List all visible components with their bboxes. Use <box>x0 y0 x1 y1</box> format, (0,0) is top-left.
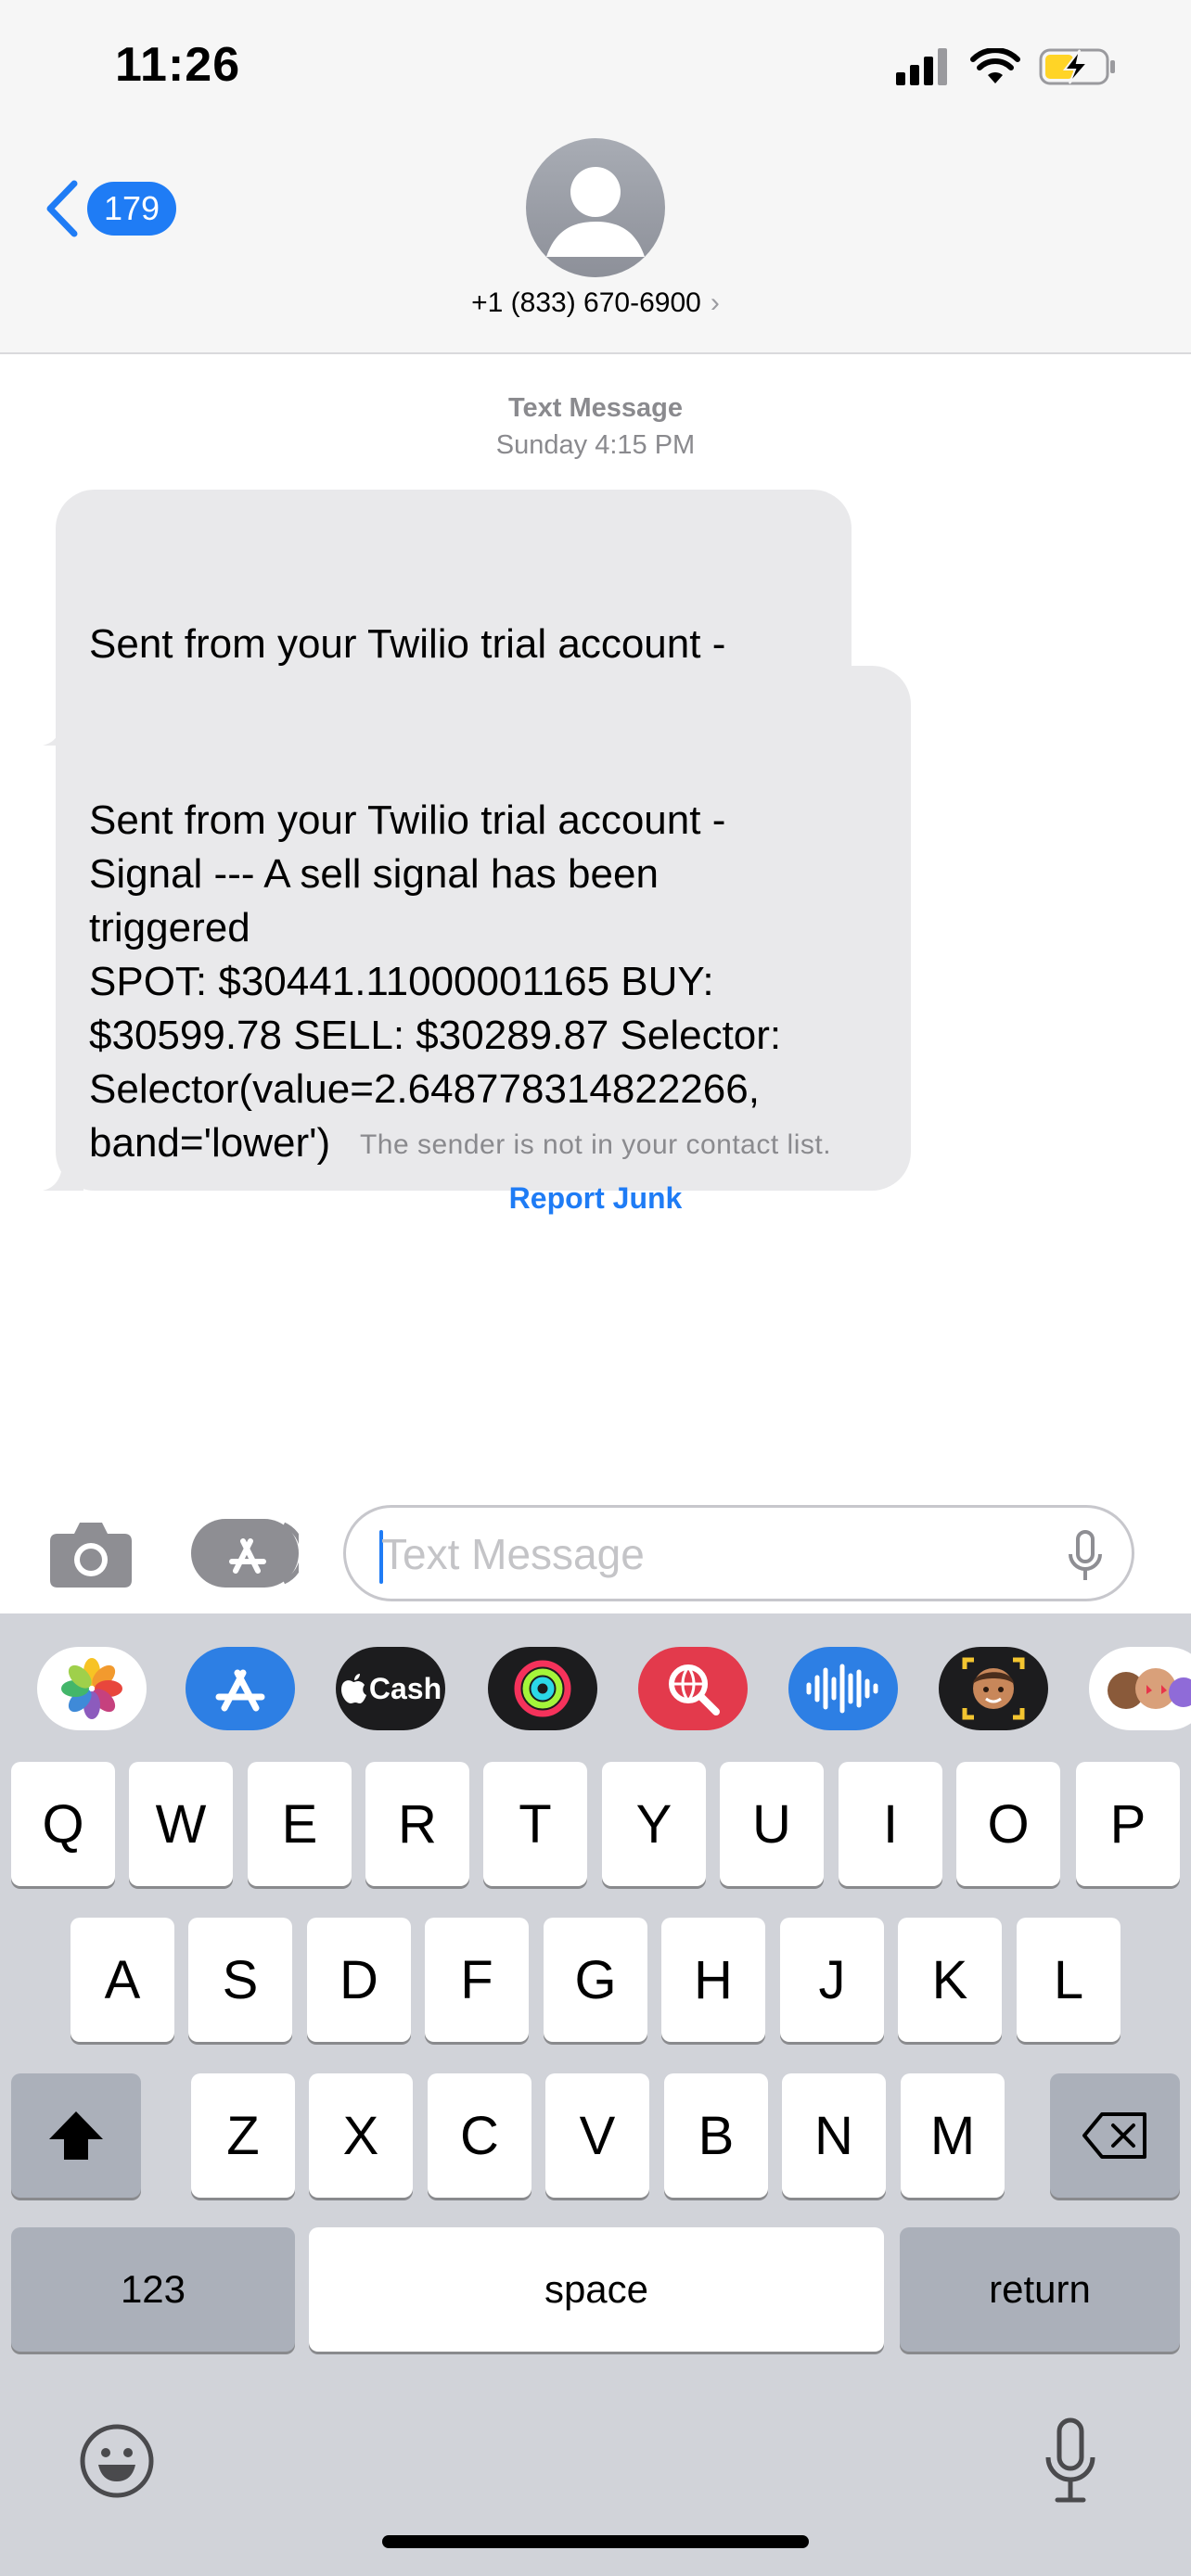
key-b[interactable]: B <box>664 2073 768 2198</box>
key-o[interactable]: O <box>956 1762 1060 1886</box>
key-k[interactable]: K <box>898 1918 1002 2042</box>
back-button[interactable]: 179 <box>41 176 177 241</box>
activity-icon <box>514 1660 571 1717</box>
web-search-app-button[interactable] <box>638 1647 748 1730</box>
apple-cash-label: Cash <box>368 1671 442 1705</box>
return-key[interactable]: return <box>900 2227 1180 2352</box>
message-input-field[interactable] <box>343 1505 1134 1601</box>
numbers-key[interactable]: 123 <box>11 2227 295 2352</box>
microphone-icon <box>1045 2417 1095 2503</box>
contact-avatar[interactable] <box>526 138 665 277</box>
activity-app-button[interactable] <box>488 1647 597 1730</box>
key-t[interactable]: T <box>483 1762 587 1886</box>
space-key[interactable]: space <box>309 2227 884 2352</box>
contact-details-link[interactable]: +1 (833) 670-6900 › <box>0 287 1191 319</box>
app-store-app-button[interactable] <box>186 1647 295 1730</box>
key-h[interactable]: H <box>661 1918 765 2042</box>
key-g[interactable]: G <box>544 1918 647 2042</box>
key-l[interactable]: L <box>1017 1918 1121 2042</box>
wifi-icon <box>970 48 1020 83</box>
audio-message-icon <box>806 1664 878 1714</box>
message-kind-label: Text Message <box>507 393 684 423</box>
photos-app-button[interactable] <box>37 1647 147 1730</box>
key-c[interactable]: C <box>428 2073 531 2198</box>
cellular-signal-icon <box>896 48 947 85</box>
memoji-stickers-icon <box>1108 1668 1191 1709</box>
camera-button[interactable] <box>48 1515 134 1589</box>
home-indicator[interactable] <box>382 2535 809 2548</box>
key-f[interactable]: F <box>425 1918 529 2042</box>
key-a[interactable]: A <box>70 1918 174 2042</box>
key-y[interactable]: Y <box>602 1762 706 1886</box>
app-store-toggle-button[interactable] <box>191 1519 305 1588</box>
key-m[interactable]: M <box>901 2073 1005 2198</box>
key-n[interactable]: N <box>782 2073 886 2198</box>
apple-cash-app-button[interactable]: Cash <box>336 1647 445 1730</box>
key-j[interactable]: J <box>780 1918 884 2042</box>
keyboard: Cash Q W E R T Y U I O P A S D F G H J K… <box>0 1613 1191 2576</box>
battery-charging-icon <box>1039 48 1115 85</box>
key-i[interactable]: I <box>839 1762 942 1886</box>
report-junk-link[interactable]: Report Junk <box>0 1181 1191 1216</box>
delete-key[interactable] <box>1050 2073 1180 2198</box>
apple-cash-icon <box>340 1674 366 1703</box>
key-w[interactable]: W <box>129 1762 233 1886</box>
web-search-icon <box>669 1664 720 1715</box>
shift-arrow-icon <box>49 2111 103 2160</box>
key-r[interactable]: R <box>365 1762 469 1886</box>
message-input[interactable] <box>381 1523 1031 1586</box>
person-placeholder-icon <box>546 167 645 257</box>
emoji-keyboard-button[interactable] <box>78 2422 156 2500</box>
key-p[interactable]: P <box>1076 1762 1180 1886</box>
key-e[interactable]: E <box>248 1762 352 1886</box>
audio-message-app-button[interactable] <box>788 1647 898 1730</box>
shift-key[interactable] <box>11 2073 141 2198</box>
key-q[interactable]: Q <box>11 1762 115 1886</box>
incoming-message-bubble[interactable]: Sent from your Twilio trial account - Si… <box>43 666 911 1191</box>
key-s[interactable]: S <box>188 1918 292 2042</box>
message-text: Sent from your Twilio trial account - Si… <box>89 797 782 1166</box>
backspace-icon <box>1082 2112 1146 2159</box>
key-d[interactable]: D <box>307 1918 411 2042</box>
contact-number: +1 (833) 670-6900 <box>471 287 701 318</box>
memoji-icon <box>962 1657 1025 1720</box>
status-time: 11:26 <box>115 38 241 92</box>
memoji-stickers-app-button[interactable] <box>1089 1647 1191 1730</box>
dictation-mic-icon[interactable] <box>1067 1530 1104 1582</box>
unread-count-badge: 179 <box>87 182 177 236</box>
status-icons <box>896 46 1117 87</box>
conversation-meta: Text Message Sunday 4:15 PM <box>0 389 1191 464</box>
message-timestamp: Sunday 4:15 PM <box>495 430 696 460</box>
photos-icon <box>61 1658 122 1719</box>
chevron-right-icon: › <box>710 287 720 318</box>
memoji-app-button[interactable] <box>939 1647 1048 1730</box>
conversation-header: 11:26 179 +1 (833) 670-6900 › <box>0 0 1191 354</box>
app-store-icon <box>215 1669 265 1712</box>
key-z[interactable]: Z <box>191 2073 295 2198</box>
key-x[interactable]: X <box>309 2073 413 2198</box>
camera-icon <box>50 1523 132 1588</box>
chevron-left-icon <box>46 180 78 237</box>
not-in-contacts-notice: The sender is not in your contact list. <box>359 1129 832 1160</box>
app-store-icon <box>191 1519 305 1588</box>
imessage-app-strip: Cash <box>0 1613 1191 1762</box>
dictation-button[interactable] <box>1044 2417 1096 2506</box>
key-v[interactable]: V <box>545 2073 649 2198</box>
key-u[interactable]: U <box>720 1762 824 1886</box>
emoji-icon <box>80 2424 154 2498</box>
